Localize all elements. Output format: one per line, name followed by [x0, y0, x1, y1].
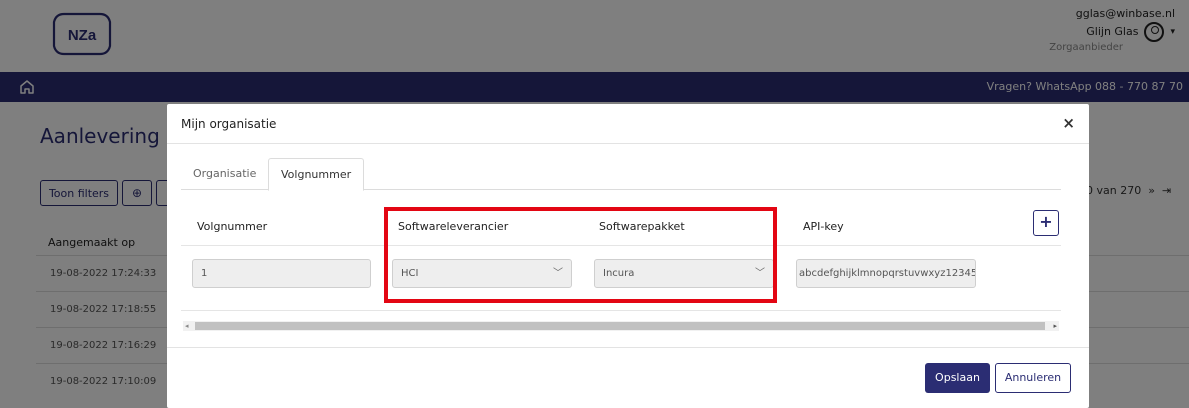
scroll-left-arrow-icon[interactable]: ◂: [185, 321, 189, 331]
tab-volgnummer[interactable]: Volgnummer: [268, 158, 365, 191]
scrollbar-thumb[interactable]: [195, 322, 1045, 330]
column-header-api-key: API-key: [803, 220, 844, 233]
cancel-button[interactable]: Annuleren: [995, 363, 1071, 393]
modal-title: Mijn organisatie: [181, 117, 277, 131]
save-button[interactable]: Opslaan: [925, 363, 990, 393]
volgnummer-field: 1: [192, 259, 371, 288]
column-header-volgnummer: Volgnummer: [197, 220, 268, 233]
modal-header: Mijn organisatie ×: [167, 104, 1089, 144]
modal-tabs: Organisatie Volgnummer: [181, 158, 1061, 191]
divider: [181, 310, 1061, 311]
divider: [167, 347, 1089, 348]
horizontal-scrollbar[interactable]: ◂ ▸: [183, 321, 1059, 331]
api-key-field: abcdefghijklmnopqrstuvwxyz123456: [796, 259, 976, 288]
close-icon[interactable]: ×: [1062, 114, 1075, 132]
add-row-button[interactable]: +: [1033, 210, 1059, 236]
scroll-right-arrow-icon[interactable]: ▸: [1053, 321, 1057, 331]
tab-organisatie[interactable]: Organisatie: [181, 158, 268, 190]
highlight-annotation: [384, 207, 777, 303]
